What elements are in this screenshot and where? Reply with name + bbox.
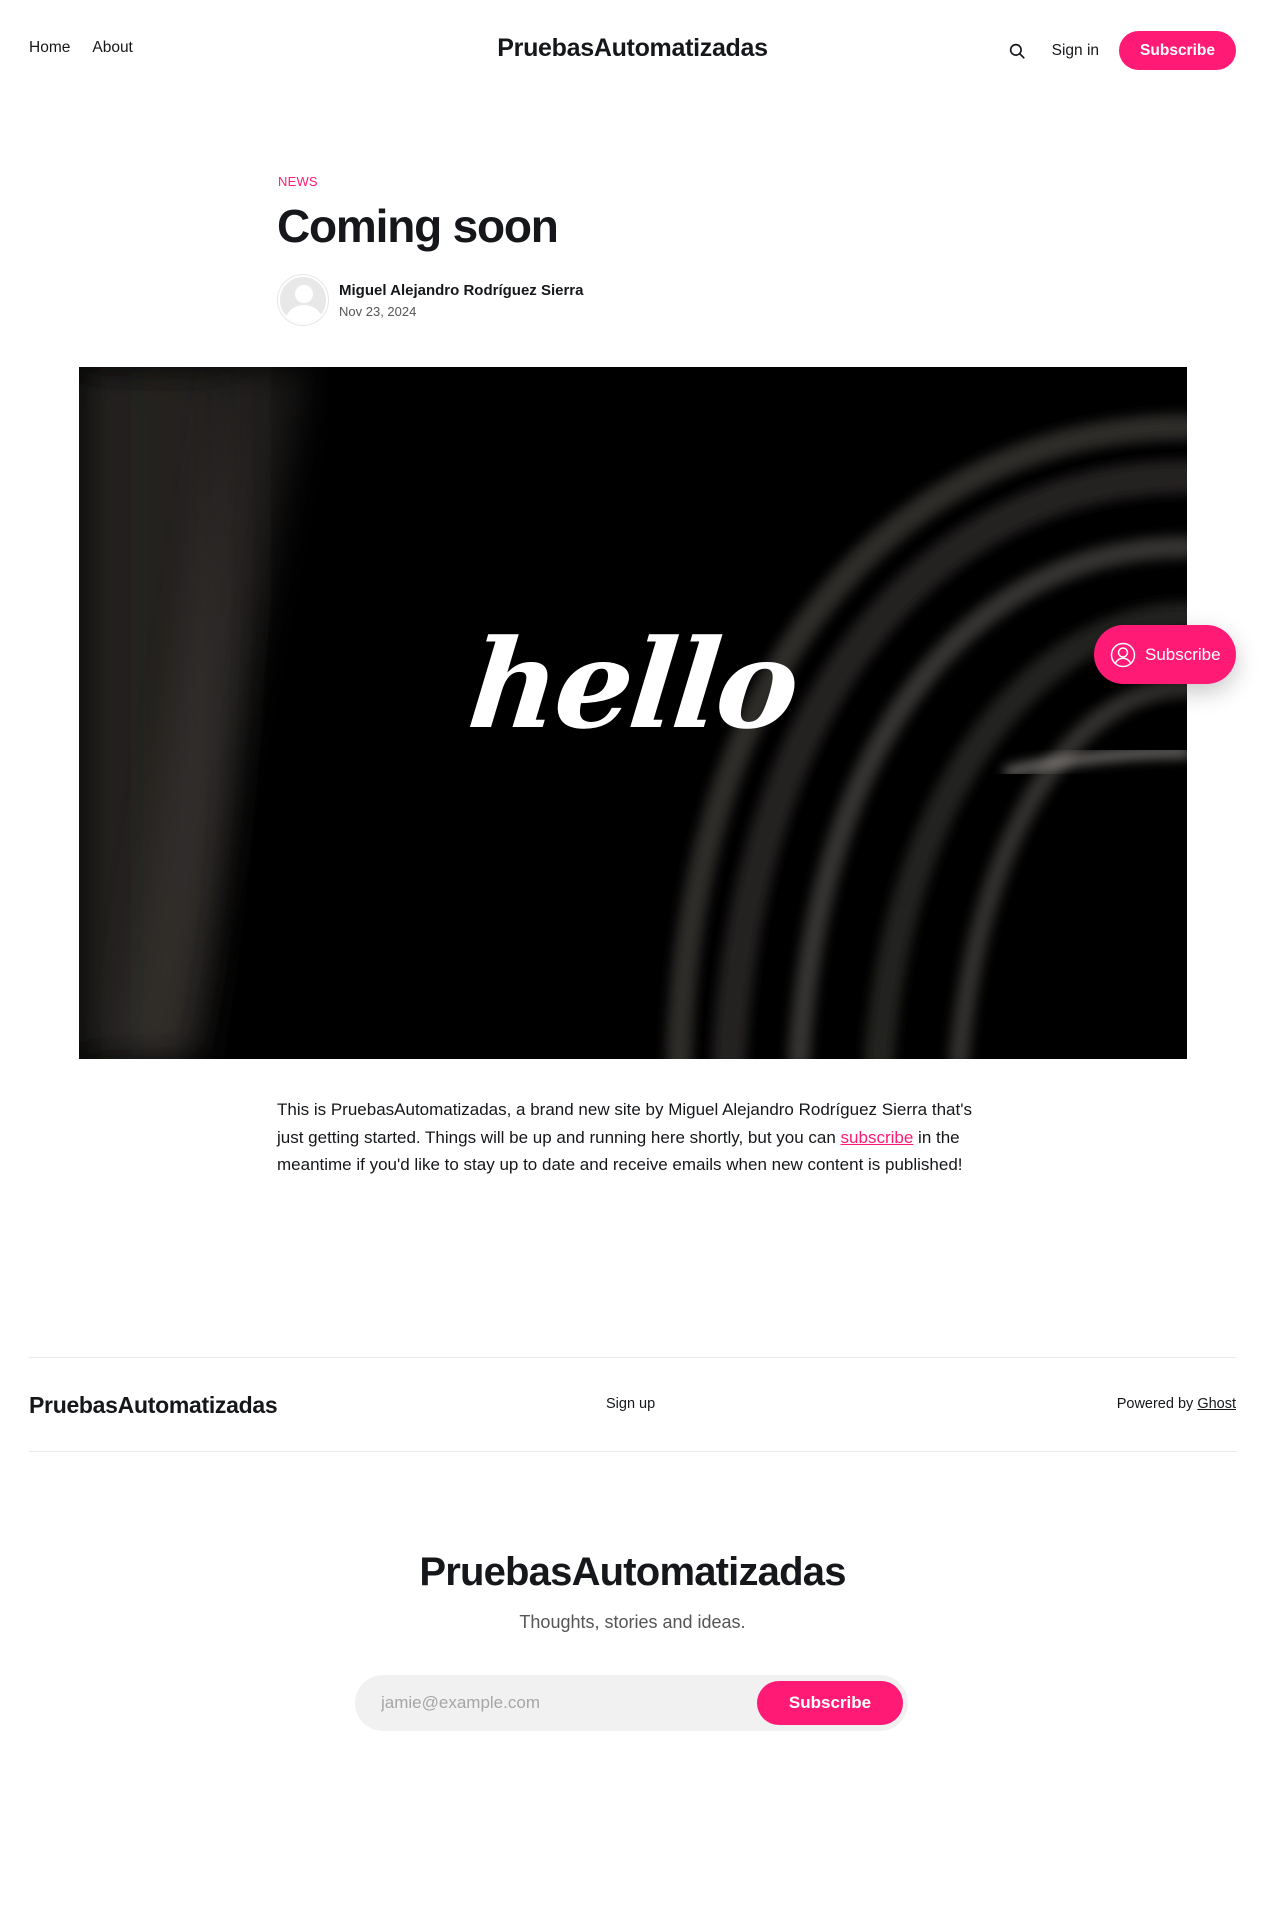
footer-site-title-link[interactable]: PruebasAutomatizadas [29, 1392, 278, 1419]
author-avatar[interactable] [278, 275, 328, 325]
byline: Miguel Alejandro Rodríguez Sierra Nov 23… [278, 275, 583, 325]
site-title-link[interactable]: PruebasAutomatizadas [497, 34, 768, 62]
search-icon [1009, 43, 1025, 59]
byline-meta: Miguel Alejandro Rodríguez Sierra Nov 23… [339, 282, 583, 319]
email-field[interactable] [381, 1675, 741, 1731]
user-circle-icon [1110, 642, 1136, 667]
cta-subscribe-button[interactable]: Subscribe [757, 1681, 903, 1725]
header-actions: Sign in Subscribe [1005, 31, 1236, 70]
footer-signup-link[interactable]: Sign up [606, 1396, 655, 1412]
footer-divider-bottom [29, 1451, 1237, 1452]
feature-image-hello-text: hello [462, 612, 804, 756]
footer-powered-by: Powered by Ghost [1116, 1396, 1236, 1412]
ghost-link[interactable]: Ghost [1197, 1396, 1236, 1412]
nav-about-link[interactable]: About [92, 39, 133, 57]
main-nav: Home About [29, 39, 133, 57]
portal-subscribe-button[interactable]: Subscribe [1094, 625, 1236, 684]
feature-image: hello [79, 367, 1187, 1059]
search-button[interactable] [1005, 39, 1029, 63]
cta-description: Thoughts, stories and ideas. [519, 1612, 746, 1632]
post-paragraph: This is PruebasAutomatizadas, a brand ne… [277, 1100, 972, 1174]
nav-home-link[interactable]: Home [29, 39, 70, 57]
post-title: Coming soon [277, 200, 559, 252]
sign-in-link[interactable]: Sign in [1052, 42, 1099, 60]
post-tag-link[interactable]: NEWS [278, 174, 318, 189]
author-name-link[interactable]: Miguel Alejandro Rodríguez Sierra [339, 282, 583, 299]
header-subscribe-button[interactable]: Subscribe [1119, 31, 1236, 70]
post-date: Nov 23, 2024 [339, 303, 417, 319]
footer-divider-top [29, 1357, 1237, 1358]
site-header: Home About PruebasAutomatizadas Sign in … [0, 0, 1265, 100]
post-content: This is PruebasAutomatizadas, a brand ne… [277, 1096, 997, 1179]
signup-form: Subscribe [355, 1675, 908, 1731]
inline-subscribe-link[interactable]: subscribe [841, 1128, 914, 1147]
cta-title: PruebasAutomatizadas [419, 1550, 846, 1594]
portal-subscribe-label: Subscribe [1145, 644, 1221, 664]
